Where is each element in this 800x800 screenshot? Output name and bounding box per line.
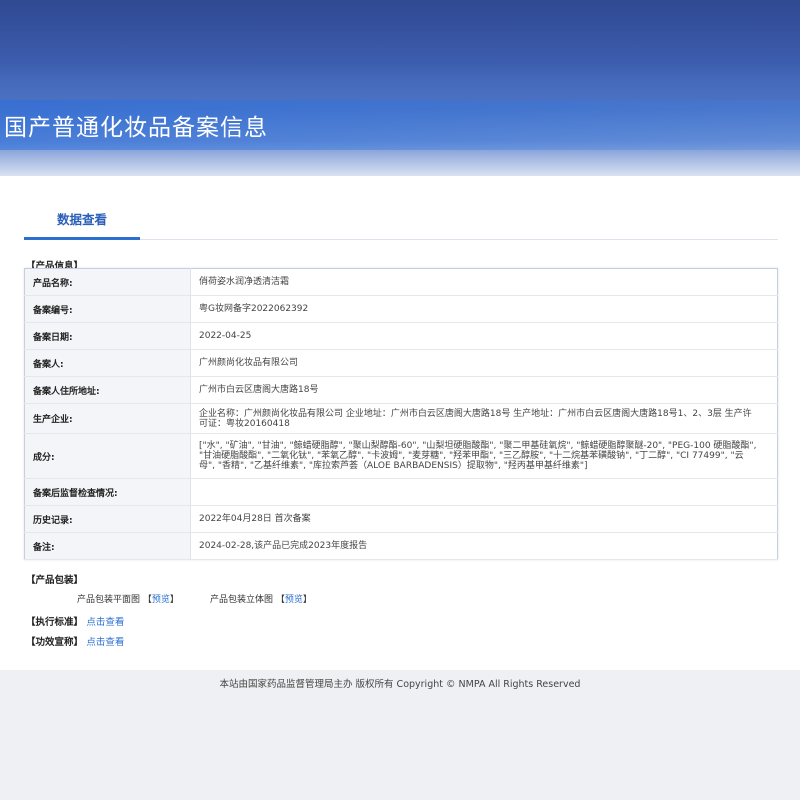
row-value: 粤G妆网备字2022062392 bbox=[190, 295, 778, 323]
row-key: 生产企业: bbox=[24, 403, 191, 434]
standard-view-link[interactable]: 点击查看 bbox=[86, 617, 124, 628]
row-value: 企业名称：广州颜尚化妆品有限公司 企业地址：广州市白云区唐阁大唐路18号 生产地… bbox=[190, 403, 778, 434]
footer-copyright: 本站由国家药品监督管理局主办 版权所有 Copyright © NMPA All… bbox=[219, 679, 581, 690]
bracket-close: 】 bbox=[302, 595, 312, 605]
row-value bbox=[190, 478, 778, 506]
row-key: 备注: bbox=[24, 532, 191, 560]
row-key: 成分: bbox=[24, 433, 191, 479]
row-value: ["水", "矿油", "甘油", "鲸蜡硬脂醇", "聚山梨醇酯-60", "… bbox=[190, 433, 778, 479]
row-value: 2022-04-25 bbox=[190, 322, 778, 350]
bracket-close: 】 bbox=[169, 595, 179, 605]
bracket-open: 【 bbox=[275, 595, 285, 605]
row-key: 历史记录: bbox=[24, 505, 191, 533]
packaging-flat-item: 产品包装平面图 【预览】 bbox=[77, 592, 179, 605]
table-row: 备注: 2024-02-28,该产品已完成2023年度报告 bbox=[24, 532, 778, 560]
header-banner: 国产普通化妆品备案信息 bbox=[0, 0, 800, 176]
preview-cube-link[interactable]: 预览 bbox=[285, 595, 303, 605]
packaging-cube-item: 产品包装立体图 【预览】 bbox=[210, 592, 312, 605]
row-key: 备案日期: bbox=[24, 322, 191, 350]
row-key: 备案后监督检查情况: bbox=[24, 478, 191, 506]
table-row: 生产企业: 企业名称：广州颜尚化妆品有限公司 企业地址：广州市白云区唐阁大唐路1… bbox=[24, 403, 778, 434]
efficacy-heading: 【功效宣称】 点击查看 bbox=[26, 634, 124, 648]
table-row: 备案人: 广州颜尚化妆品有限公司 bbox=[24, 349, 778, 377]
table-row: 备案人住所地址: 广州市白云区唐阁大唐路18号 bbox=[24, 376, 778, 404]
table-row: 历史记录: 2022年04月28日 首次备案 bbox=[24, 505, 778, 533]
table-row: 备案后监督检查情况: bbox=[24, 478, 778, 506]
row-key: 备案人住所地址: bbox=[24, 376, 191, 404]
packaging-cube-label: 产品包装立体图 bbox=[210, 595, 274, 605]
table-row: 产品名称: 俏荷姿水润净透清洁霜 bbox=[24, 268, 778, 296]
page-title: 国产普通化妆品备案信息 bbox=[4, 115, 268, 141]
tab-bar: 数据查看 bbox=[24, 208, 778, 240]
row-value: 俏荷姿水润净透清洁霜 bbox=[190, 268, 778, 296]
row-key: 备案编号: bbox=[24, 295, 191, 323]
table-row: 备案编号: 粤G妆网备字2022062392 bbox=[24, 295, 778, 323]
row-value: 2022年04月28日 首次备案 bbox=[190, 505, 778, 533]
packaging-heading: 【产品包装】 bbox=[26, 575, 84, 586]
standard-heading: 【执行标准】 点击查看 bbox=[26, 614, 124, 628]
packaging-flat-label: 产品包装平面图 bbox=[77, 595, 141, 605]
row-key: 产品名称: bbox=[24, 268, 191, 296]
preview-flat-link[interactable]: 预览 bbox=[152, 595, 170, 605]
product-info-table: 产品名称: 俏荷姿水润净透清洁霜 备案编号: 粤G妆网备字2022062392 … bbox=[24, 268, 778, 560]
table-row: 备案日期: 2022-04-25 bbox=[24, 322, 778, 350]
row-value: 广州市白云区唐阁大唐路18号 bbox=[190, 376, 778, 404]
bracket-open: 【 bbox=[142, 595, 152, 605]
table-row: 成分: ["水", "矿油", "甘油", "鲸蜡硬脂醇", "聚山梨醇酯-60… bbox=[24, 433, 778, 479]
efficacy-view-link[interactable]: 点击查看 bbox=[86, 637, 124, 648]
efficacy-label: 【功效宣称】 bbox=[26, 637, 84, 648]
banner-glow bbox=[0, 0, 800, 80]
tab-data-view[interactable]: 数据查看 bbox=[24, 208, 140, 240]
row-key: 备案人: bbox=[24, 349, 191, 377]
standard-label: 【执行标准】 bbox=[26, 617, 84, 628]
row-value: 广州颜尚化妆品有限公司 bbox=[190, 349, 778, 377]
row-value: 2024-02-28,该产品已完成2023年度报告 bbox=[190, 532, 778, 560]
